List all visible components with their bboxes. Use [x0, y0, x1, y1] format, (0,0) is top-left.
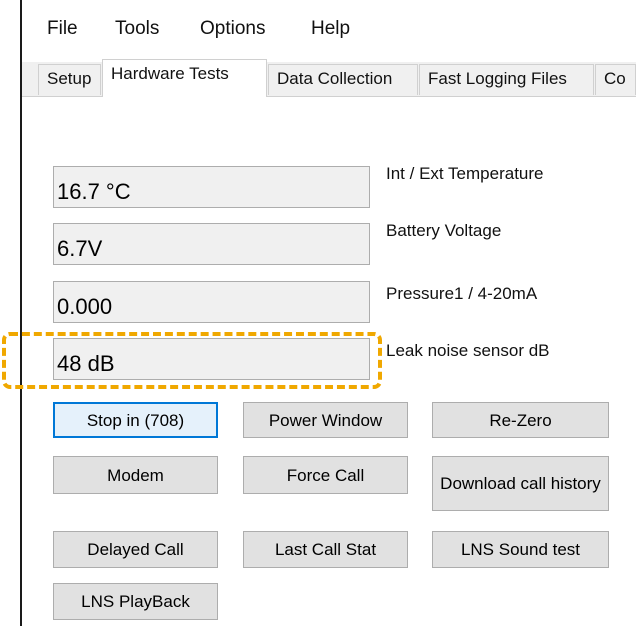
lns-playback-button[interactable]: LNS PlayBack: [53, 583, 218, 620]
leak-noise-readout: 48 dB: [53, 338, 370, 380]
download-call-history-button[interactable]: Download call history: [432, 456, 609, 511]
re-zero-button[interactable]: Re-Zero: [432, 402, 609, 438]
menu-tools[interactable]: Tools: [115, 18, 159, 40]
leak-noise-label: Leak noise sensor dB: [386, 341, 550, 360]
force-call-button[interactable]: Force Call: [243, 456, 408, 494]
last-call-stat-button[interactable]: Last Call Stat: [243, 531, 408, 568]
delayed-call-button[interactable]: Delayed Call: [53, 531, 218, 568]
tab-fast-logging-files[interactable]: Fast Logging Files: [419, 64, 594, 95]
tab-hardware-tests[interactable]: Hardware Tests: [102, 59, 267, 97]
app-window: File Tools Options Help Setup Hardware T…: [0, 0, 636, 626]
tab-data-collection[interactable]: Data Collection: [268, 64, 418, 95]
temperature-label: Int / Ext Temperature: [386, 164, 544, 183]
tab-co[interactable]: Co: [595, 64, 636, 95]
stop-in-button[interactable]: Stop in (708): [53, 402, 218, 438]
tab-setup[interactable]: Setup: [38, 64, 101, 95]
menu-help[interactable]: Help: [311, 18, 350, 40]
menu-file[interactable]: File: [47, 18, 78, 40]
temperature-readout: 16.7 °C: [53, 166, 370, 208]
battery-voltage-readout: 6.7V: [53, 223, 370, 265]
modem-button[interactable]: Modem: [53, 456, 218, 494]
lns-sound-test-button[interactable]: LNS Sound test: [432, 531, 609, 568]
battery-voltage-label: Battery Voltage: [386, 221, 502, 240]
power-window-button[interactable]: Power Window: [243, 402, 408, 438]
menu-options[interactable]: Options: [200, 18, 265, 40]
pressure-readout: 0.000: [53, 281, 370, 323]
pressure-label: Pressure1 / 4-20mA: [386, 284, 538, 303]
